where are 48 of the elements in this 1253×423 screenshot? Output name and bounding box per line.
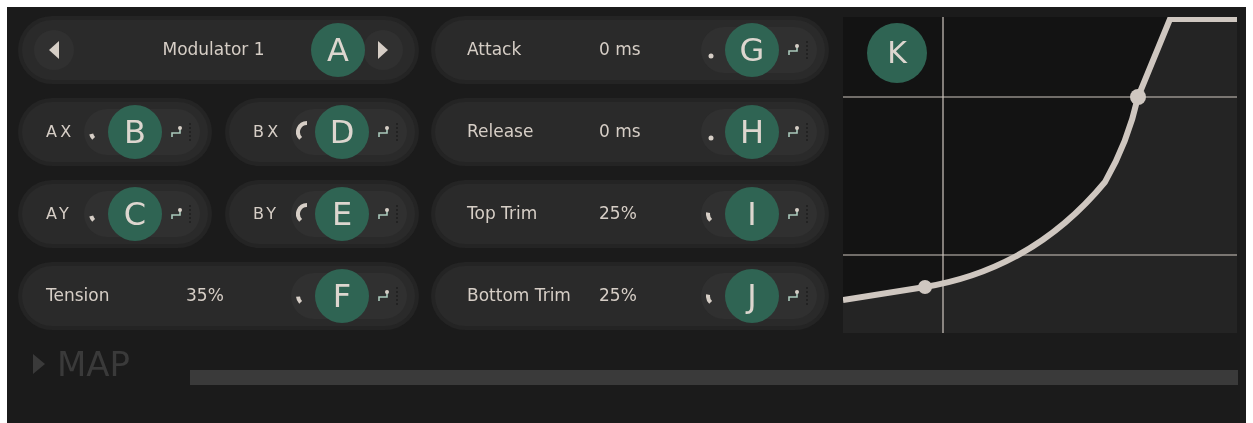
parameter-label: Tension (46, 284, 111, 308)
modulation-icon[interactable] (170, 206, 184, 222)
parameter-label: Release (467, 120, 535, 144)
modulation-icon[interactable] (377, 124, 391, 140)
knob-arc-icon[interactable] (89, 133, 96, 140)
parameter-label: Attack (467, 38, 523, 62)
knob-arc-icon[interactable] (296, 121, 308, 140)
callout-marker: F (315, 269, 369, 323)
modulation-icon[interactable] (787, 42, 801, 58)
callout-marker: K (867, 23, 927, 83)
parameter-value: 35% (186, 284, 224, 308)
callout-marker: D (315, 105, 369, 159)
left-triangle-icon (49, 41, 59, 59)
parameter-value: 0 ms (599, 38, 641, 62)
callout-marker: I (725, 187, 779, 241)
knob-label: BY (253, 203, 280, 225)
scroll-bar[interactable] (190, 370, 1238, 385)
knob-label: AY (46, 203, 72, 225)
parameter-value: 25% (599, 284, 637, 308)
modulation-icon[interactable] (787, 124, 801, 140)
modulation-icon[interactable] (377, 206, 391, 222)
curve-graph[interactable] (843, 17, 1237, 333)
knob-arc-icon[interactable] (296, 203, 308, 222)
parameter-label: Top Trim (467, 202, 539, 226)
knob-label: BX (253, 121, 282, 143)
knob-arc-icon[interactable] (706, 212, 713, 222)
modulator-name: Modulator 1 (162, 38, 265, 62)
parameter-label: Bottom Trim (467, 284, 572, 308)
callout-marker: A (311, 23, 365, 77)
callout-marker: E (315, 187, 369, 241)
parameter-value: 0 ms (599, 120, 641, 144)
callout-marker: B (108, 105, 162, 159)
callout-marker: H (725, 105, 779, 159)
modulation-icon[interactable] (170, 124, 184, 140)
right-triangle-icon (378, 41, 388, 59)
parameter-value: 25% (599, 202, 637, 226)
next-button[interactable] (363, 30, 403, 70)
callout-marker: J (725, 269, 779, 323)
modulation-icon[interactable] (787, 206, 801, 222)
previous-button[interactable] (34, 30, 74, 70)
knob-label: AX (46, 121, 75, 143)
modulation-icon[interactable] (377, 288, 391, 304)
modulation-icon[interactable] (787, 288, 801, 304)
callout-marker: G (725, 23, 779, 77)
knob-arc-icon[interactable] (706, 294, 713, 304)
callout-marker: C (108, 187, 162, 241)
knob-arc-icon[interactable] (296, 296, 303, 304)
knob-arc-icon[interactable] (89, 215, 96, 222)
